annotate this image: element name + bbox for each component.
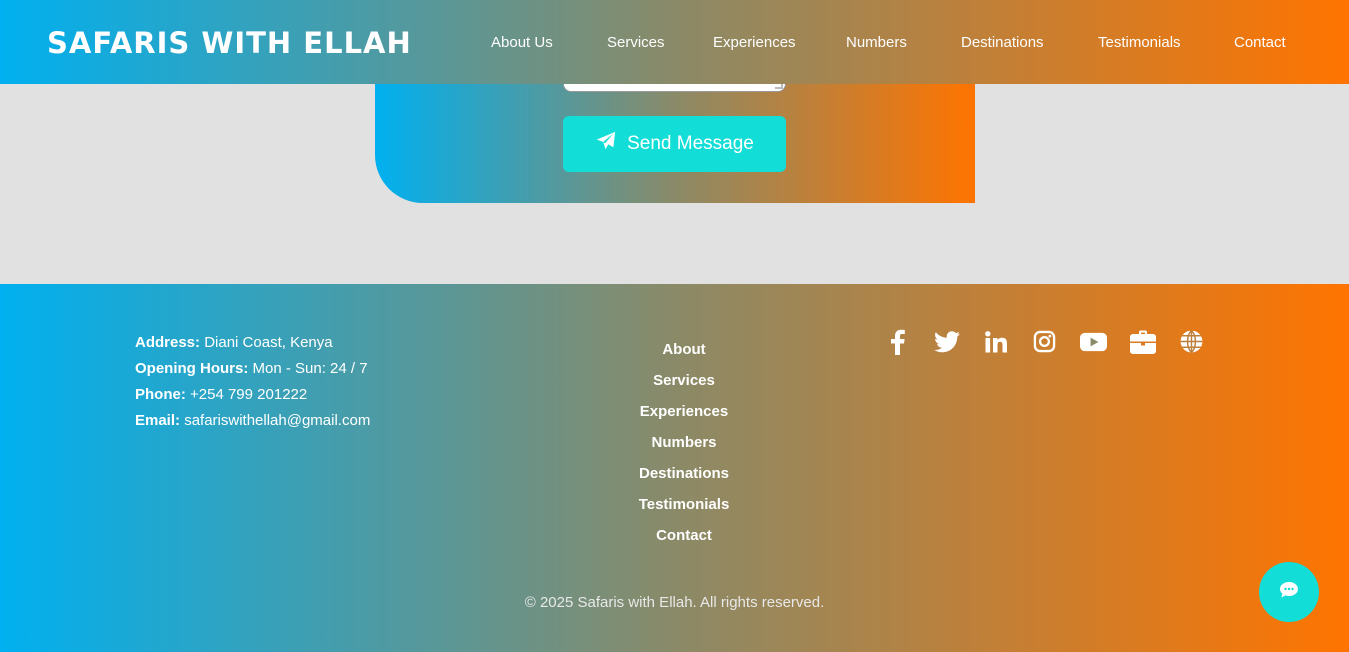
linkedin-icon[interactable] bbox=[982, 328, 1009, 355]
address-value: Diani Coast, Kenya bbox=[204, 334, 333, 351]
nav-contact[interactable]: Contact bbox=[1234, 34, 1286, 51]
nav-destinations[interactable]: Destinations bbox=[961, 34, 1044, 51]
globe-icon[interactable] bbox=[1178, 328, 1205, 355]
footer-links: About Services Experiences Numbers Desti… bbox=[584, 334, 784, 551]
footer-link-testimonials[interactable]: Testimonials bbox=[584, 489, 784, 520]
facebook-icon[interactable] bbox=[884, 328, 911, 355]
address-line: Address: Diani Coast, Kenya bbox=[135, 330, 370, 356]
hours-label: Opening Hours: bbox=[135, 360, 249, 377]
nav-testimonials[interactable]: Testimonials bbox=[1098, 34, 1181, 51]
paper-plane-icon bbox=[595, 130, 617, 158]
chat-button[interactable] bbox=[1259, 562, 1319, 622]
youtube-icon[interactable] bbox=[1080, 328, 1107, 355]
footer-link-numbers[interactable]: Numbers bbox=[584, 427, 784, 458]
social-links bbox=[884, 328, 1205, 355]
instagram-icon[interactable] bbox=[1031, 328, 1058, 355]
send-message-button[interactable]: Send Message bbox=[563, 116, 786, 172]
hours-line: Opening Hours: Mon - Sun: 24 / 7 bbox=[135, 356, 370, 382]
footer-link-contact[interactable]: Contact bbox=[584, 520, 784, 551]
footer-link-destinations[interactable]: Destinations bbox=[584, 458, 784, 489]
phone-value[interactable]: +254 799 201222 bbox=[190, 386, 307, 403]
nav-experiences[interactable]: Experiences bbox=[713, 34, 796, 51]
send-message-label: Send Message bbox=[627, 133, 754, 154]
briefcase-icon[interactable] bbox=[1129, 328, 1156, 355]
copyright-text: © 2025 Safaris with Ellah. All rights re… bbox=[524, 594, 825, 611]
footer-link-about[interactable]: About bbox=[584, 334, 784, 365]
contact-info: Address: Diani Coast, Kenya Opening Hour… bbox=[135, 330, 370, 434]
chat-bubble-icon bbox=[1279, 581, 1299, 604]
nav-services[interactable]: Services bbox=[607, 34, 665, 51]
twitter-icon[interactable] bbox=[933, 328, 960, 355]
brand-logo[interactable]: SAFARIS WITH ELLAH bbox=[47, 26, 412, 60]
nav-numbers[interactable]: Numbers bbox=[846, 34, 907, 51]
phone-label: Phone: bbox=[135, 386, 186, 403]
footer-link-services[interactable]: Services bbox=[584, 365, 784, 396]
footer-link-experiences[interactable]: Experiences bbox=[584, 396, 784, 427]
hours-value: Mon - Sun: 24 / 7 bbox=[252, 360, 368, 377]
address-label: Address: bbox=[135, 334, 201, 351]
email-label: Email: bbox=[135, 412, 181, 429]
nav-about-us[interactable]: About Us bbox=[491, 34, 553, 51]
email-line: Email: safariswithellah@gmail.com bbox=[135, 408, 370, 434]
phone-line: Phone: +254 799 201222 bbox=[135, 382, 370, 408]
site-header: SAFARIS WITH ELLAH About Us Services Exp… bbox=[0, 0, 1349, 84]
email-value[interactable]: safariswithellah@gmail.com bbox=[184, 412, 370, 429]
site-footer: Address: Diani Coast, Kenya Opening Hour… bbox=[0, 284, 1349, 652]
